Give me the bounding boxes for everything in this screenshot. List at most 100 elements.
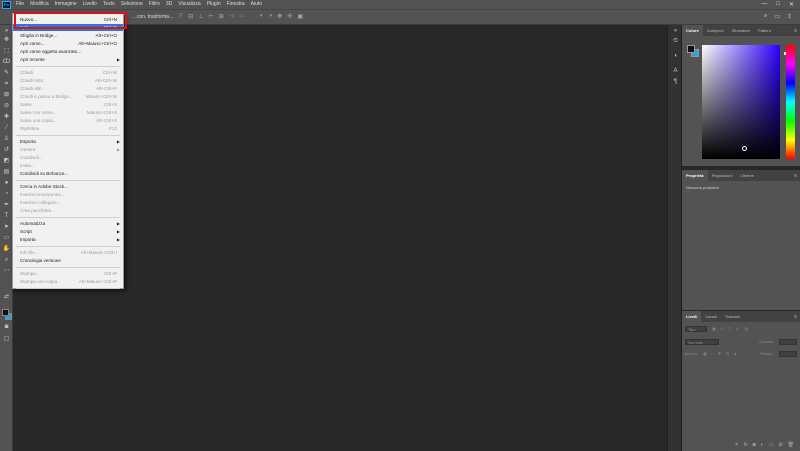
new-group-icon[interactable]: ▭: [769, 442, 774, 448]
file-menu-item[interactable]: Script ▶: [13, 228, 123, 235]
maximize-icon[interactable]: □: [776, 1, 780, 8]
lock-move-icon[interactable]: ✥: [718, 351, 721, 356]
file-menu-item[interactable]: Apri recente ▶: [13, 56, 123, 63]
tab-pattern[interactable]: Pattern: [754, 25, 775, 36]
quick-select-tool-icon[interactable]: ✎: [2, 69, 11, 77]
menu-finestra[interactable]: Finestra: [224, 0, 248, 9]
fill-field[interactable]: [779, 350, 797, 357]
file-menu-item[interactable]: Sfoglia in Bridge... Alt+Ctrl+O: [13, 32, 123, 39]
brush-tool-icon[interactable]: ⁄: [2, 124, 11, 132]
brush-settings-icon[interactable]: ◖: [671, 52, 680, 61]
character-icon[interactable]: A: [671, 67, 680, 76]
filter-smart-icon[interactable]: ▤: [744, 326, 748, 331]
color-picker-cursor[interactable]: [742, 146, 747, 151]
menu-testo[interactable]: Testo: [100, 0, 118, 9]
paragraph-icon[interactable]: ¶: [671, 78, 680, 87]
quick-mask-icon[interactable]: ◙: [2, 323, 11, 331]
panel-menu-icon[interactable]: ≡: [794, 314, 800, 320]
lock-artboard-icon[interactable]: ⊡: [726, 351, 729, 356]
opacity-field[interactable]: [779, 338, 797, 345]
link-layers-icon[interactable]: ⚭: [735, 442, 739, 448]
tab-proprieta[interactable]: Proprietà: [682, 170, 708, 181]
3d-roll-icon[interactable]: ◑: [269, 13, 273, 20]
collapse-icon[interactable]: »: [2, 27, 11, 35]
file-menu-item[interactable]: Importa ▶: [13, 236, 123, 243]
align-right-icon[interactable]: ⊣: [229, 13, 234, 20]
healing-brush-icon[interactable]: ✚: [2, 113, 11, 121]
filter-adjust-icon[interactable]: ◐: [721, 326, 723, 331]
screen-mode-icon[interactable]: ▢: [2, 335, 11, 343]
blend-mode-select[interactable]: Normale: [685, 338, 719, 345]
hue-slider-marker[interactable]: [784, 52, 786, 55]
new-layer-icon[interactable]: ⊞: [778, 442, 782, 448]
edit-toolbar-icon[interactable]: ⋯: [2, 267, 11, 275]
menu-selezione[interactable]: Selezione: [118, 0, 146, 9]
file-menu-item[interactable]: Apri come... Alt+Maiusc+Ctrl+O: [13, 40, 123, 47]
eraser-tool-icon[interactable]: ◩: [2, 157, 11, 165]
tab-canali[interactable]: Canali: [701, 311, 720, 322]
menu-immagine[interactable]: Immagine: [52, 0, 80, 9]
foreground-color-swatch[interactable]: [2, 309, 9, 316]
layer-style-icon[interactable]: fx: [744, 442, 748, 448]
pen-tool-icon[interactable]: ✒: [2, 201, 11, 209]
move-tool-icon[interactable]: ✥: [2, 36, 11, 44]
zoom-tool-icon[interactable]: ⌕: [2, 256, 11, 264]
swap-colors-icon[interactable]: ⇄: [2, 293, 11, 301]
tab-regolazioni[interactable]: Regolazioni: [708, 170, 737, 181]
tab-colore[interactable]: Colore: [682, 25, 703, 36]
file-menu-item[interactable]: Cerca in Adobe Stock...: [13, 183, 123, 190]
layer-mask-icon[interactable]: ◙: [753, 442, 756, 448]
expand-panels-icon[interactable]: «: [671, 27, 680, 36]
shape-tool-icon[interactable]: ▭: [2, 234, 11, 242]
align-left-icon[interactable]: ⊢: [209, 13, 214, 20]
panel-menu-icon[interactable]: ≡: [794, 28, 800, 34]
minimize-icon[interactable]: —: [761, 1, 767, 8]
tab-tracciati[interactable]: Tracciati: [721, 311, 744, 322]
delete-layer-icon[interactable]: 🗑︎: [788, 442, 794, 448]
align-middle-icon[interactable]: ⊟: [188, 13, 193, 20]
type-tool-icon[interactable]: T: [2, 212, 11, 220]
share-icon[interactable]: ⇪: [787, 13, 792, 20]
history-brush-icon[interactable]: ↺: [2, 146, 11, 154]
lock-all-icon[interactable]: 🔒︎: [734, 351, 736, 356]
hue-slider[interactable]: [786, 45, 795, 159]
file-menu-item[interactable]: Esporta ▶: [13, 138, 123, 145]
menu-aiuto[interactable]: Aiuto: [248, 0, 265, 9]
hand-tool-icon[interactable]: ✋: [2, 245, 11, 253]
distribute-icon[interactable]: ⋯: [239, 13, 245, 20]
lock-transparent-icon[interactable]: ▦: [703, 351, 707, 356]
tab-livelli[interactable]: Livelli: [682, 311, 702, 322]
search-icon[interactable]: ⌕: [764, 13, 767, 20]
blur-tool-icon[interactable]: ●: [2, 179, 11, 187]
clone-stamp-icon[interactable]: ♙: [2, 135, 11, 143]
3d-pan-icon[interactable]: ✥: [277, 13, 282, 20]
align-bottom-icon[interactable]: ⊥: [198, 13, 203, 20]
workspace-icon[interactable]: ▭: [774, 13, 780, 20]
foreground-color-chip[interactable]: [687, 45, 695, 53]
menu-file[interactable]: File: [13, 0, 27, 9]
tab-librerie[interactable]: Librerie: [736, 170, 757, 181]
align-top-icon[interactable]: ⊤: [178, 13, 183, 20]
filter-pixel-icon[interactable]: ▣: [712, 326, 716, 331]
menu-modifica[interactable]: Modifica: [27, 0, 52, 9]
gradient-tool-icon[interactable]: ▤: [2, 168, 11, 176]
tab-sfumature[interactable]: Sfumature: [728, 25, 754, 36]
file-menu-item[interactable]: Condividi su Behance...: [13, 170, 123, 177]
path-select-icon[interactable]: ➤: [2, 223, 11, 231]
eyedropper-tool-icon[interactable]: ⊘: [2, 102, 11, 110]
menu-filtro[interactable]: Filtro: [146, 0, 163, 9]
menu-plugin[interactable]: Plugin: [204, 0, 224, 9]
filter-type-icon[interactable]: T: [728, 326, 730, 331]
color-picker-field[interactable]: [702, 45, 780, 159]
menu-livello[interactable]: Livello: [80, 0, 100, 9]
tab-campioni[interactable]: Campioni: [703, 25, 728, 36]
lock-paint-icon[interactable]: ⁄: [712, 351, 713, 356]
3d-scale-icon[interactable]: ▣: [297, 13, 303, 20]
file-menu-item[interactable]: Apri come oggetto avanzato...: [13, 48, 123, 55]
marquee-tool-icon[interactable]: ⬚: [2, 47, 11, 55]
adjustment-layer-icon[interactable]: ◐: [761, 442, 764, 448]
file-menu-item[interactable]: Cronologia versione: [13, 257, 123, 264]
3d-slide-icon[interactable]: ✣: [287, 13, 292, 20]
file-menu-item[interactable]: Esci Ctrl+Q: [13, 291, 123, 298]
menu-3d[interactable]: 3D: [163, 0, 175, 9]
